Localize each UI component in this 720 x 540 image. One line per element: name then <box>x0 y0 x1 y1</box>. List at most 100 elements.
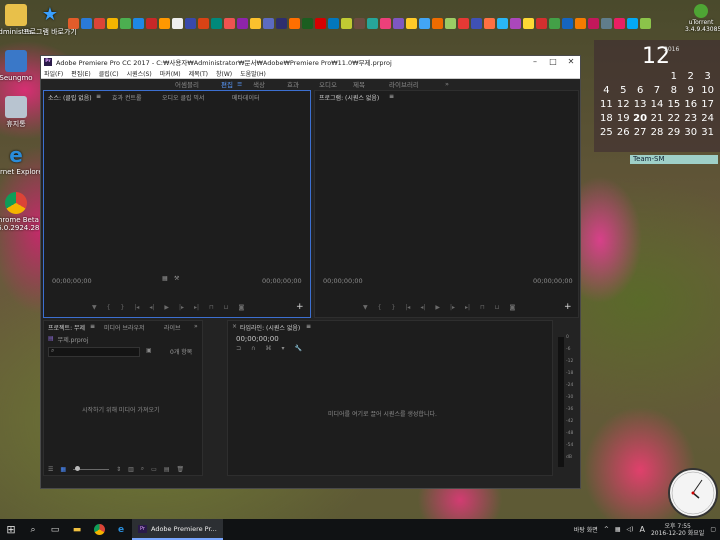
quick-launch-icon[interactable] <box>341 17 352 29</box>
calendar-day[interactable]: 18 <box>598 112 615 125</box>
clear-icon[interactable]: 🗑 <box>176 466 184 473</box>
snap-icon[interactable]: ∩ <box>251 345 255 352</box>
quick-launch-icon[interactable] <box>81 17 92 29</box>
calendar-day[interactable]: 8 <box>665 84 682 97</box>
mark-out-icon[interactable]: } <box>120 304 124 311</box>
calendar-day[interactable]: 22 <box>665 112 682 125</box>
quick-launch-icon[interactable] <box>627 17 638 29</box>
quick-launch-icon[interactable] <box>146 17 157 29</box>
tab-metadata[interactable]: 메타데이터 <box>232 93 260 102</box>
workspace-titles[interactable]: 제목 <box>353 79 365 89</box>
quick-launch-icon[interactable] <box>198 17 209 29</box>
step-forward-icon[interactable]: |▸ <box>450 304 455 311</box>
quick-launch-icon[interactable] <box>640 17 651 29</box>
workspace-color[interactable]: 색상 <box>253 79 265 89</box>
go-to-out-icon[interactable]: ▸| <box>194 304 199 311</box>
tab-timeline[interactable]: 타임라인: (시퀀스 없음) <box>240 323 300 332</box>
windows-start-icon[interactable]: ⊞ <box>4 523 18 537</box>
quick-launch-icon[interactable] <box>406 17 417 29</box>
close-button[interactable]: ✕ <box>562 56 580 68</box>
insert-icon[interactable]: ⊓ <box>209 304 214 311</box>
quick-launch-icon[interactable] <box>549 17 560 29</box>
tab-media-browser[interactable]: 미디어 브라우저 <box>104 323 145 332</box>
timeline-panel[interactable]: × 타임라인: (시퀀스 없음) ≡ 00;00;00;00 ⊐ ∩ ⌘ ▾ 🔧… <box>227 320 553 476</box>
chrome-icon[interactable] <box>92 523 106 537</box>
button-editor-icon[interactable]: + <box>564 302 572 312</box>
menu-sequence[interactable]: 시퀀스(S) <box>127 69 152 78</box>
panel-overflow-icon[interactable]: » <box>194 323 198 330</box>
go-to-out-icon[interactable]: ▸| <box>465 304 470 311</box>
calendar-day[interactable]: 6 <box>632 84 649 97</box>
workspace-assembly[interactable]: 어셈블리 <box>175 79 199 89</box>
go-to-in-icon[interactable]: |◂ <box>405 304 410 311</box>
menu-edit[interactable]: 편집(E) <box>71 69 91 78</box>
calendar-day[interactable]: 23 <box>682 112 699 125</box>
source-settings-icon[interactable]: ▦ <box>162 275 168 282</box>
quick-launch-icon[interactable] <box>250 17 261 29</box>
import-media-message[interactable]: 시작하기 위해 미디어 가져오기 <box>82 405 159 414</box>
timeline-settings-icon[interactable]: 🔧 <box>294 345 301 352</box>
quick-launch-icon[interactable] <box>614 17 625 29</box>
quick-launch-icon[interactable] <box>211 17 222 29</box>
workspace-audio[interactable]: 오디오 <box>319 79 337 89</box>
calendar-day[interactable]: 12 <box>615 98 632 111</box>
workspace-effects[interactable]: 효과 <box>287 79 299 89</box>
automate-to-sequence-icon[interactable]: ▥ <box>128 466 134 473</box>
workspace-editing[interactable]: 편집 <box>221 79 233 89</box>
calendar-day[interactable]: 20 <box>632 112 649 125</box>
calendar-day[interactable]: 27 <box>632 126 649 139</box>
source-wrench-icon[interactable]: ⚒ <box>174 275 179 282</box>
search-icon[interactable]: ⌕ <box>26 523 40 537</box>
quick-launch-icon[interactable] <box>445 17 456 29</box>
network-icon[interactable]: ▦ <box>615 526 621 533</box>
calendar-day[interactable]: 29 <box>665 126 682 139</box>
find-icon[interactable]: ⌕ <box>141 465 144 473</box>
play-icon[interactable]: ▶ <box>164 304 169 311</box>
quick-launch-icon[interactable] <box>380 17 391 29</box>
quick-launch-icon[interactable] <box>328 17 339 29</box>
quick-launch-icon[interactable] <box>159 17 170 29</box>
file-explorer-icon[interactable]: ▬ <box>70 523 84 537</box>
overwrite-icon[interactable]: ⊔ <box>224 304 229 311</box>
source-panel[interactable]: 소스: (클립 없음) ≡ 효과 컨트롤 오디오 클립 믹서 메타데이터 00;… <box>43 90 311 318</box>
tab-source[interactable]: 소스: (클립 없음) <box>48 93 92 102</box>
calendar-day[interactable]: 28 <box>649 126 666 139</box>
panel-menu-icon[interactable]: ≡ <box>96 93 101 100</box>
icon-view-icon[interactable]: ▦ <box>60 466 66 473</box>
calendar-day[interactable]: 19 <box>615 112 632 125</box>
quick-launch-icon[interactable] <box>497 17 508 29</box>
insert-sequence-icon[interactable]: ⊐ <box>236 345 241 352</box>
quick-launch-icon[interactable] <box>68 17 79 29</box>
calendar-day[interactable]: 31 <box>699 126 716 139</box>
calendar-day[interactable]: 7 <box>649 84 666 97</box>
calendar-day[interactable]: 5 <box>615 84 632 97</box>
tab-libraries[interactable]: 라이브 <box>164 323 181 332</box>
menu-title[interactable]: 제목(T) <box>189 69 208 78</box>
notifications-icon[interactable]: ▢ <box>710 526 716 533</box>
quick-launch-icon[interactable] <box>419 17 430 29</box>
panel-menu-icon[interactable]: ≡ <box>389 93 394 100</box>
add-marker-icon[interactable]: ▾ <box>281 345 284 352</box>
calendar-day[interactable]: 10 <box>699 84 716 97</box>
workspace-more-icon[interactable]: » <box>445 80 449 88</box>
mark-in-icon[interactable]: { <box>378 304 382 311</box>
close-tab-icon[interactable]: × <box>232 323 237 330</box>
calendar-gadget[interactable]: 12 2016 1 2 3 4 5 6 7 8 9 10 11 12 13 14 15 16 17 18 19 20 2… <box>594 40 720 152</box>
list-view-icon[interactable]: ☰ <box>48 466 53 473</box>
drop-media-message[interactable]: 미디어를 여기로 끌어 시퀀스를 생성합니다. <box>328 409 437 418</box>
quick-launch-icon[interactable] <box>107 17 118 29</box>
quick-launch-icon[interactable] <box>471 17 482 29</box>
quick-launch-icon[interactable] <box>263 17 274 29</box>
quick-launch-icon[interactable] <box>302 17 313 29</box>
calendar-day[interactable]: 9 <box>682 84 699 97</box>
program-panel[interactable]: 프로그램: (시퀀스 없음) ≡ 00;00;00;00 00;00;00;00… <box>314 90 579 318</box>
calendar-day[interactable]: 4 <box>598 84 615 97</box>
calendar-day[interactable]: 14 <box>649 98 666 111</box>
quick-launch-icon[interactable] <box>432 17 443 29</box>
new-item-icon[interactable]: ▤ <box>164 466 170 473</box>
calendar-day[interactable]: 1 <box>665 70 682 83</box>
quick-launch-icon[interactable] <box>536 17 547 29</box>
calendar-day[interactable]: 24 <box>699 112 716 125</box>
menu-clip[interactable]: 클립(C) <box>99 69 119 78</box>
camera-icon[interactable]: ◙ <box>509 304 515 311</box>
